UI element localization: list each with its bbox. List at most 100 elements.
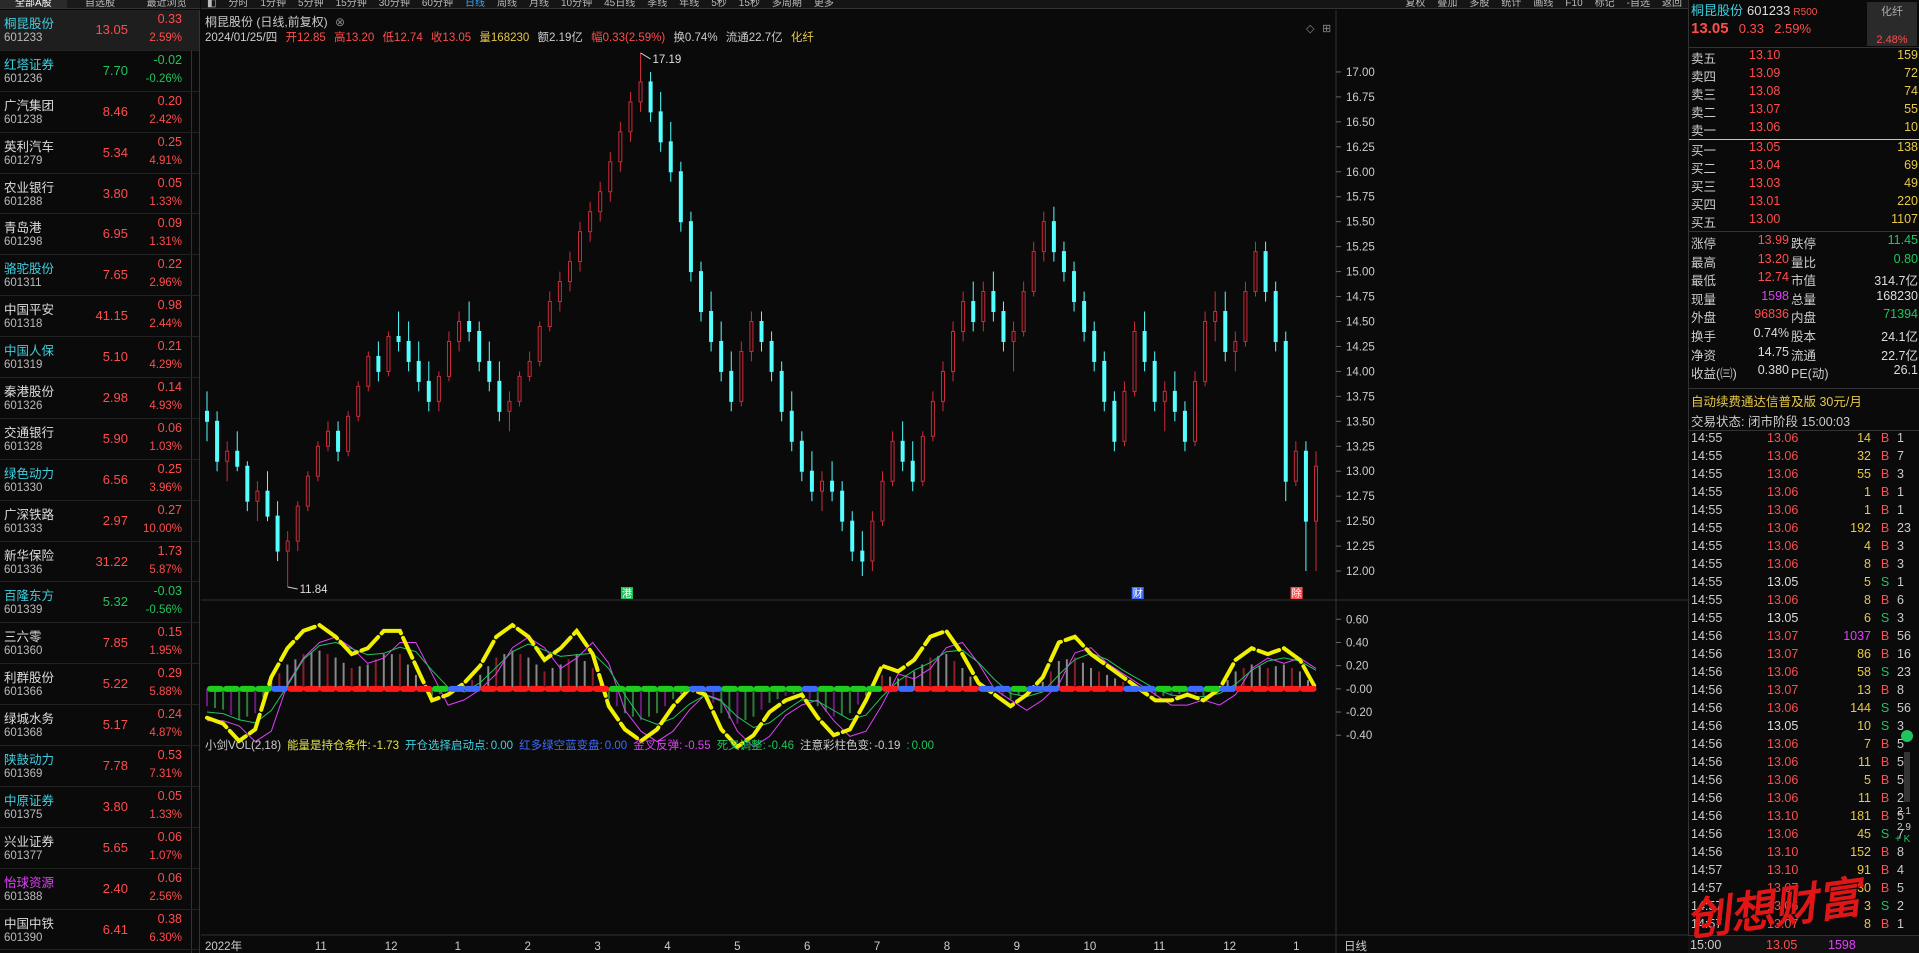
tick-time: 14:56 [1691, 629, 1723, 643]
candle-body [477, 330, 482, 362]
watchlist-row[interactable]: 中国中铁 601390 6.41 0.38 6.30% [0, 910, 199, 951]
watchlist-tab[interactable]: 自选股 [67, 0, 134, 8]
tick-row: 14:55 13.06 8 B 3 [1689, 557, 1919, 575]
watchlist-row[interactable]: 红塔证券 601236 7.70 -0.02 -0.26% [0, 51, 199, 92]
candle-body [275, 515, 280, 552]
tick-side: S [1880, 827, 1890, 841]
period-tab[interactable]: 周线 [491, 0, 523, 9]
period-tab[interactable]: 月线 [523, 0, 555, 9]
period-tab[interactable]: 15秒 [733, 0, 766, 9]
green-line [206, 641, 1317, 729]
period-tab[interactable]: 年线 [673, 0, 705, 9]
sell-row[interactable]: 卖五 13.10 159 [1689, 48, 1919, 66]
period-tab[interactable]: 1分钟 [254, 0, 292, 9]
buy-row[interactable]: 买二 13.04 69 [1689, 158, 1919, 176]
period-tab[interactable]: 日线 [459, 0, 491, 9]
period-tab[interactable]: 季线 [641, 0, 673, 9]
histogram-bar [848, 688, 851, 714]
zero-ribbon-seg [946, 685, 963, 692]
watchlist-row[interactable]: 利群股份 601366 5.22 0.29 5.88% [0, 664, 199, 706]
mini-green-dot[interactable] [1901, 730, 1913, 742]
period-tab[interactable]: 15分钟 [330, 0, 373, 9]
watchlist-row[interactable]: 中原证券 601375 3.80 0.05 1.33% [0, 787, 199, 828]
sell-row[interactable]: 卖一 13.06 10 [1689, 120, 1919, 138]
indicator-item: 开仓选择启动点: 0.00 [405, 740, 513, 752]
buy-row[interactable]: 买四 13.01 220 [1689, 194, 1919, 212]
period-tab[interactable]: 5秒 [705, 0, 733, 9]
toolbar-button[interactable]: 复权 [1399, 0, 1431, 9]
kline-chart[interactable]: 17.00 16.75 16.50 16.25 16.00 15.75 15.50 15.25… [201, 10, 1688, 953]
stock-price: 5.10 [102, 349, 128, 365]
toolbar-button[interactable]: 画线 [1527, 0, 1559, 9]
ind-tick-label: 0.20 [1346, 661, 1368, 673]
stock-name: 新华保险 [4, 548, 55, 563]
watchlist-row[interactable]: 桐昆股份 601233 13.05 0.33 2.59% [0, 10, 199, 51]
toolbar-button[interactable]: F10 [1559, 0, 1588, 9]
sell-row[interactable]: 卖三 13.08 74 [1689, 84, 1919, 102]
indicator-name[interactable]: 小剑VOL(2,18) [205, 740, 281, 752]
industry-badge[interactable]: 化纤 2.48% [1867, 2, 1917, 46]
watchlist-row[interactable]: 中国人保 601319 5.10 0.21 4.29% [0, 337, 199, 379]
subscription-ad[interactable]: 自动续费通达信普及版 30元/月 [1691, 391, 1862, 410]
chart-settings-icon[interactable]: ⊗ [335, 15, 345, 29]
watchlist-row[interactable]: 广汽集团 601238 8.46 0.20 2.42% [0, 92, 199, 133]
watchlist-row[interactable]: 怡球资源 601388 2.40 0.06 2.56% [0, 869, 199, 910]
tick-time: 14:56 [1691, 827, 1723, 841]
watchlist-row[interactable]: 秦港股份 601326 2.98 0.14 4.93% [0, 378, 199, 419]
histogram-bar [656, 688, 659, 714]
mini-slider-icon[interactable] [1904, 752, 1910, 802]
period-tab[interactable]: 30分钟 [373, 0, 416, 9]
candle [991, 271, 996, 322]
toolbar-button[interactable]: 叠加 [1431, 0, 1463, 9]
header-low: 低12.74 [382, 32, 423, 44]
toolbar-button[interactable]: 统计 [1495, 0, 1527, 9]
watchlist-row[interactable]: 交通银行 601328 5.90 0.06 1.03% [0, 419, 199, 460]
period-tab[interactable]: 10分钟 [555, 0, 598, 9]
watchlist-tab[interactable]: 最近浏览 [133, 0, 200, 8]
period-tab[interactable]: 45日线 [598, 0, 641, 9]
period-tab[interactable]: 5分钟 [292, 0, 330, 9]
watchlist-row[interactable]: 绿城水务 601368 5.17 0.24 4.87% [0, 705, 199, 747]
sell-row[interactable]: 卖四 13.09 72 [1689, 66, 1919, 84]
zero-ribbon-seg [560, 685, 578, 692]
candle [295, 501, 300, 552]
watchlist-row[interactable]: 中国平安 601318 41.15 0.98 2.44% [0, 296, 199, 338]
buy-row[interactable]: 买三 13.03 49 [1689, 176, 1919, 194]
candle [1041, 211, 1046, 262]
tick-price: 13.10 [1767, 809, 1799, 823]
watchlist-row[interactable]: 骆驼股份 601311 7.65 0.22 2.96% [0, 255, 199, 297]
zero-ribbon-seg [1010, 685, 1028, 692]
watchlist-row[interactable]: 陕鼓动力 601369 7.78 0.53 7.31% [0, 746, 199, 787]
toolbar-button[interactable]: 返回 [1656, 0, 1688, 9]
watchlist-row[interactable]: 广深铁路 601333 2.97 0.27 10.00% [0, 501, 199, 542]
period-tab[interactable]: 分时 [222, 0, 254, 9]
tick-side: B [1880, 521, 1890, 535]
buy-row[interactable]: 买一 13.05 138 [1689, 140, 1919, 158]
period-menu-icon[interactable]: ◧ [201, 0, 222, 9]
stock-code: 601360 [4, 645, 43, 658]
chart-ohlc-header: 2024/01/25/四 开12.85 高13.20 低12.74 收13.05… [205, 29, 819, 45]
watchlist-tab[interactable]: 全部A股 [0, 0, 67, 8]
toolbar-button[interactable]: 多股 [1463, 0, 1495, 9]
tick-list[interactable]: 14:55 13.06 14 B 1 14:55 13.06 32 B 7 14:55 13.06 55… [1689, 431, 1919, 935]
sell-row[interactable]: 卖二 13.07 55 [1689, 102, 1919, 120]
toolbar-button[interactable]: -自选 [1621, 0, 1656, 9]
period-tab[interactable]: 更多 [808, 0, 840, 9]
watchlist-row[interactable]: 兴业证券 601377 5.65 0.06 1.07% [0, 828, 199, 869]
watchlist-row[interactable]: 新华保险 601336 31.22 1.73 5.87% [0, 542, 199, 583]
tick-price: 13.06 [1767, 755, 1799, 769]
watchlist-row[interactable]: 三六零 601360 7.85 0.15 1.95% [0, 623, 199, 665]
watchlist-row[interactable]: 农业银行 601288 3.80 0.05 1.33% [0, 174, 199, 215]
header-close: 收13.05 [430, 32, 472, 44]
watchlist-row[interactable]: 青岛港 601298 6.95 0.09 1.31% [0, 214, 199, 256]
period-tab[interactable]: 多周期 [766, 0, 808, 9]
watchlist-row[interactable]: 英利汽车 601279 5.34 0.25 4.91% [0, 133, 199, 174]
period-tab[interactable]: 60分钟 [416, 0, 459, 9]
stat-value: 22.7亿 [1881, 348, 1918, 363]
toolbar-button[interactable]: 标记 [1589, 0, 1621, 9]
tick-row: 14:57 13.07 8 B 1 [1689, 917, 1919, 935]
watchlist-row[interactable]: 绿色动力 601330 6.56 0.25 3.96% [0, 460, 199, 501]
buy-row[interactable]: 买五 13.00 1107 [1689, 212, 1919, 230]
candle-body [396, 335, 401, 342]
watchlist-row[interactable]: 百隆东方 601339 5.32 -0.03 -0.56% [0, 582, 199, 624]
